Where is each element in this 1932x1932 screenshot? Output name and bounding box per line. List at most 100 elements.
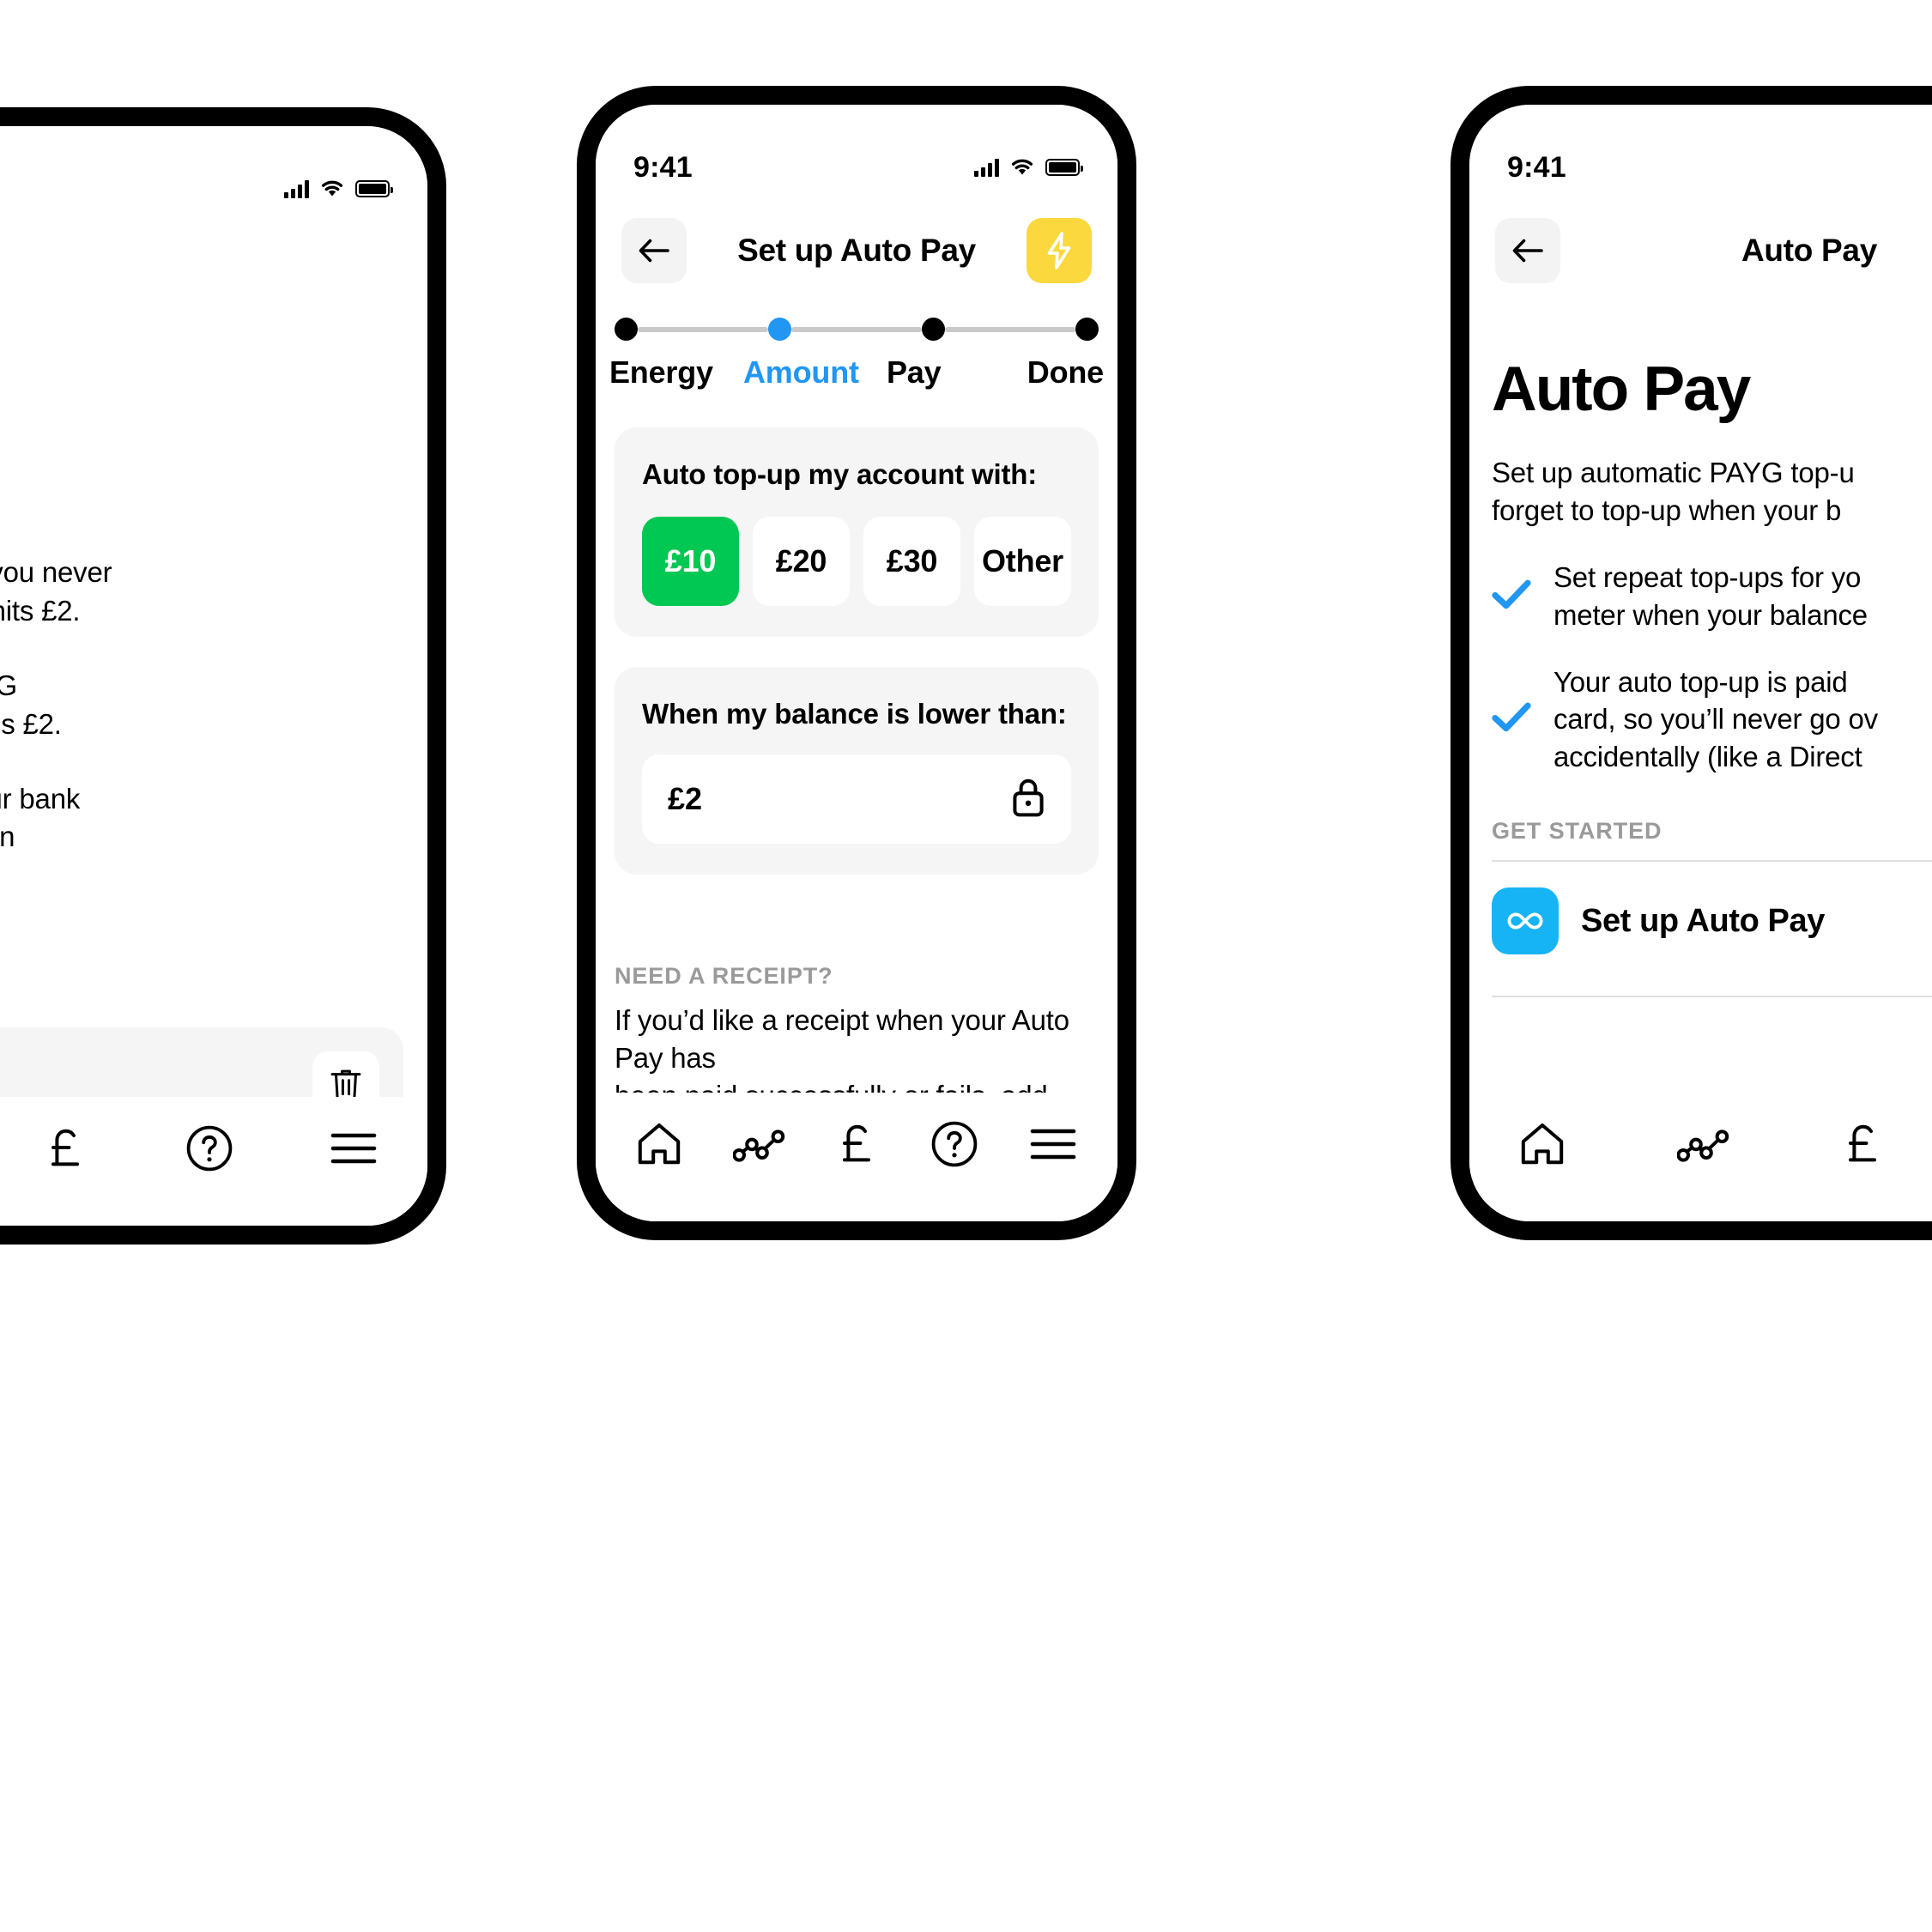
receipt-eyebrow: NEED A RECEIPT?	[615, 963, 833, 989]
tab-help-center[interactable]	[930, 1120, 978, 1168]
benefit-item-2: Your auto top-up is paid card, so you’ll…	[1492, 663, 1932, 776]
step-line-1	[638, 326, 768, 332]
threshold-field[interactable]: £2	[642, 754, 1071, 844]
usage-chart-icon	[1677, 1130, 1729, 1162]
status-time-center: 9:41	[633, 150, 693, 184]
home-icon	[638, 1123, 681, 1165]
amount-option-20[interactable]: £20	[753, 517, 850, 606]
tab-bar-center	[596, 1093, 1117, 1221]
auto-pay-heading: Auto Pay	[1492, 354, 1751, 424]
infinity-icon	[1507, 912, 1543, 930]
left-body-copy: c PAYG top-ups so you never when your ba…	[0, 554, 427, 895]
signal-bars-icon	[284, 179, 309, 198]
nav-bar-right: Auto Pay	[1469, 209, 1932, 292]
balance-threshold-card: When my balance is lower than: £2	[615, 667, 1099, 875]
amount-option-other[interactable]: Other	[974, 517, 1071, 606]
back-button-right[interactable]	[1495, 218, 1560, 283]
step-line-3	[945, 326, 1075, 332]
left-para2-line1: op-ups for your PAYG	[0, 667, 427, 706]
pound-icon	[842, 1124, 870, 1162]
wifi-icon	[321, 180, 343, 197]
check-icon	[1492, 578, 1531, 614]
tab-menu-left[interactable]	[330, 1130, 378, 1166]
nav-bar-left: Auto Pay	[0, 236, 427, 318]
step-line-2	[791, 326, 922, 332]
step-dot-amount[interactable]	[768, 318, 791, 341]
left-para3-line1: o-up is paid with your bank	[0, 782, 81, 815]
threshold-card-title: When my balance is lower than:	[642, 698, 1067, 730]
receipt-body-line1: If you’d like a receipt when your Auto P…	[615, 1004, 1069, 1075]
benefit-1-line1: Set repeat top-ups for yo	[1553, 561, 1862, 594]
screenshot-canvas: Auto Pay c PAYG top-ups so you never whe…	[0, 0, 1932, 1932]
tab-home-right[interactable]	[1519, 1122, 1566, 1166]
status-indicators-left	[284, 179, 393, 198]
status-time-right: 9:41	[1507, 150, 1566, 184]
status-bar-right: 9:41	[1469, 105, 1932, 197]
benefit-1-line2: meter when your balance	[1553, 598, 1868, 631]
usage-chart-icon	[732, 1130, 784, 1162]
pound-icon	[1849, 1124, 1876, 1162]
benefit-2-line2: card, so you’ll never go ov	[1553, 703, 1878, 736]
tab-top-up-left[interactable]	[45, 1124, 89, 1172]
menu-icon	[330, 1133, 377, 1164]
home-icon	[1521, 1123, 1564, 1165]
benefit-2-line3: accidentally (like a Direct	[1553, 740, 1862, 772]
step-label-pay: Pay	[887, 354, 942, 390]
phone-right-screen: 9:41 Auto Pay Auto Pay Set up automatic …	[1469, 105, 1932, 1221]
step-dot-pay[interactable]	[922, 318, 945, 341]
benefit-item-1: Set repeat top-ups for yo meter when you…	[1492, 559, 1932, 633]
left-para1-line1: c PAYG top-ups so you never	[0, 556, 112, 588]
quick-action-button[interactable]	[1027, 218, 1092, 283]
phone-mockup-right: 9:41 Auto Pay Auto Pay Set up automatic …	[1451, 86, 1932, 1240]
check-icon	[1492, 701, 1531, 736]
help-icon	[186, 1125, 233, 1172]
menu-icon	[1030, 1129, 1076, 1160]
status-bar-left	[0, 126, 427, 219]
left-para3-line3: (like a Direct Debit).	[0, 857, 427, 895]
tab-top-up-center[interactable]	[836, 1120, 881, 1168]
set-up-auto-pay-label: Set up Auto Pay	[1581, 902, 1825, 939]
page-title-left: Auto Pay	[0, 259, 402, 295]
tab-home-center[interactable]	[636, 1122, 682, 1166]
divider-bottom	[1492, 996, 1932, 998]
amount-option-30[interactable]: £30	[863, 517, 960, 606]
step-label-done: Done	[1027, 354, 1104, 390]
pound-icon	[51, 1129, 79, 1166]
infinity-badge	[1492, 887, 1559, 955]
tab-usage-right[interactable]	[1677, 1125, 1730, 1163]
setup-stepper: Energy Amount Pay Done	[596, 318, 1117, 394]
phone-mockup-left: Auto Pay c PAYG top-ups so you never whe…	[0, 107, 446, 1245]
set-up-auto-pay-row[interactable]: Set up Auto Pay	[1492, 862, 1932, 980]
stepper-track	[615, 318, 1099, 341]
back-button[interactable]	[621, 218, 687, 283]
amount-option-10[interactable]: £10	[642, 517, 739, 606]
tab-menu-center[interactable]	[1029, 1126, 1077, 1162]
amount-options: £10 £20 £30 Other	[642, 517, 1071, 606]
step-dot-done[interactable]	[1075, 318, 1099, 341]
auto-pay-intro-line1: Set up automatic PAYG top-u	[1492, 457, 1855, 488]
tab-bar-right	[1469, 1093, 1932, 1221]
get-started-eyebrow: GET STARTED	[1492, 818, 1662, 845]
tab-bar-left	[0, 1097, 427, 1226]
nav-bar-center: Set up Auto Pay	[596, 209, 1117, 292]
left-para2-line2: your balance reaches £2.	[0, 707, 62, 740]
tab-top-up-right[interactable]	[1842, 1120, 1887, 1168]
tab-help-left[interactable]	[185, 1124, 233, 1172]
benefit-text-2: Your auto top-up is paid card, so you’ll…	[1553, 663, 1878, 776]
help-icon	[932, 1121, 978, 1167]
page-title-center: Set up Auto Pay	[737, 233, 976, 268]
threshold-lock	[1011, 777, 1045, 822]
step-dot-energy[interactable]	[615, 318, 638, 341]
stepper-labels: Energy Amount Pay Done	[609, 354, 1104, 394]
auto-pay-intro-line2: forget to top-up when your b	[1492, 494, 1842, 527]
status-indicators-center	[974, 158, 1083, 177]
phone-center-screen: 9:41 Set up Auto Pay Energy Amount Pay D…	[596, 105, 1117, 1221]
benefit-text-1: Set repeat top-ups for yo meter when you…	[1553, 559, 1868, 633]
threshold-value: £2	[668, 781, 703, 816]
tab-usage-center[interactable]	[732, 1125, 786, 1163]
benefit-2-line1: Your auto top-up is paid	[1553, 665, 1848, 698]
amount-card-title: Auto top-up my account with:	[642, 458, 1038, 490]
left-para3-line2: ll never go overdrawn	[0, 821, 15, 853]
lightning-bolt-icon	[1047, 232, 1071, 270]
phone-left-screen: Auto Pay c PAYG top-ups so you never whe…	[0, 126, 427, 1226]
